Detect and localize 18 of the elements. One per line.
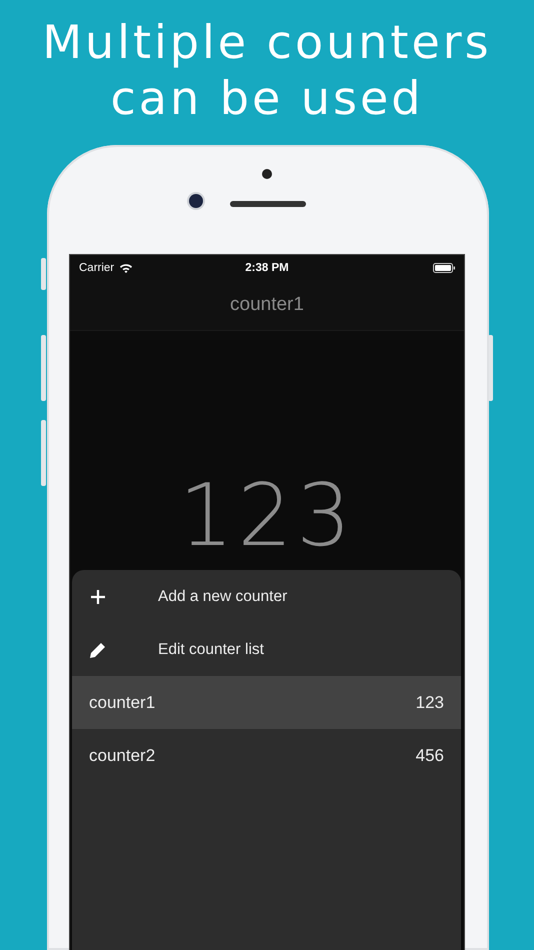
counter-value: 456 [416, 746, 444, 766]
counter-list-item[interactable]: counter2 456 [72, 729, 461, 782]
battery-icon [433, 262, 455, 272]
camera-icon [189, 194, 203, 208]
counter-list-item[interactable]: counter1 123 [72, 676, 461, 729]
counter-name: counter2 [89, 746, 156, 766]
sensor-icon [262, 169, 272, 179]
headline: Multiple counters can be used [42, 14, 492, 126]
menu-item[interactable]: Add a new counter [72, 570, 461, 623]
speaker-icon [230, 201, 306, 207]
wifi-icon [119, 262, 134, 272]
menu-item[interactable]: Edit counter list [72, 623, 461, 676]
nav-title: counter1 [230, 294, 304, 316]
carrier-label: Carrier [79, 262, 114, 274]
counter-name: counter1 [89, 692, 156, 712]
counter-value-display: 123 [178, 471, 356, 561]
status-time: 2:38 PM [245, 262, 289, 274]
counter-value: 123 [416, 692, 444, 712]
